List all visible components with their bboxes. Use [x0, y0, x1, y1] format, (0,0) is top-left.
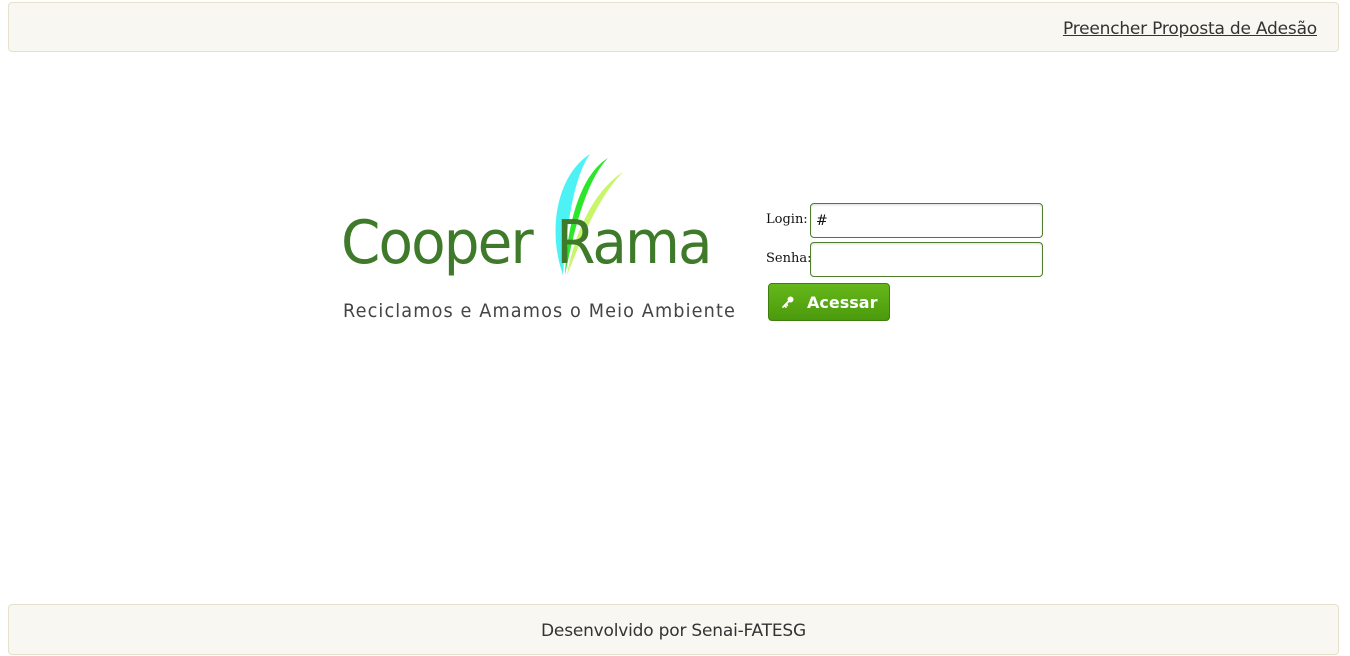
footer-credit: Desenvolvido por Senai-FATESG — [541, 621, 806, 641]
password-row: Senha: — [766, 241, 1056, 280]
access-button-label: Acessar — [807, 293, 878, 312]
proposal-link[interactable]: Preencher Proposta de Adesão — [1063, 19, 1317, 39]
password-input[interactable] — [810, 242, 1043, 277]
login-form: Login: Senha: Acessar — [766, 202, 1056, 321]
tagline: Reciclamos e Amamos o Meio Ambiente — [343, 300, 736, 322]
login-label: Login: — [766, 212, 808, 227]
access-button[interactable]: Acessar — [768, 283, 890, 321]
footer: Desenvolvido por Senai-FATESG — [8, 604, 1339, 655]
top-bar: Preencher Proposta de Adesão — [8, 2, 1339, 52]
login-input[interactable] — [810, 203, 1043, 238]
login-row: Login: — [766, 202, 1056, 241]
key-icon — [782, 296, 794, 308]
cooperrama-logo: Cooper Rama Reciclamos e Amamos o Meio Am… — [335, 150, 735, 330]
brand-name: Cooper Rama — [341, 208, 713, 278]
password-label: Senha: — [766, 251, 812, 266]
